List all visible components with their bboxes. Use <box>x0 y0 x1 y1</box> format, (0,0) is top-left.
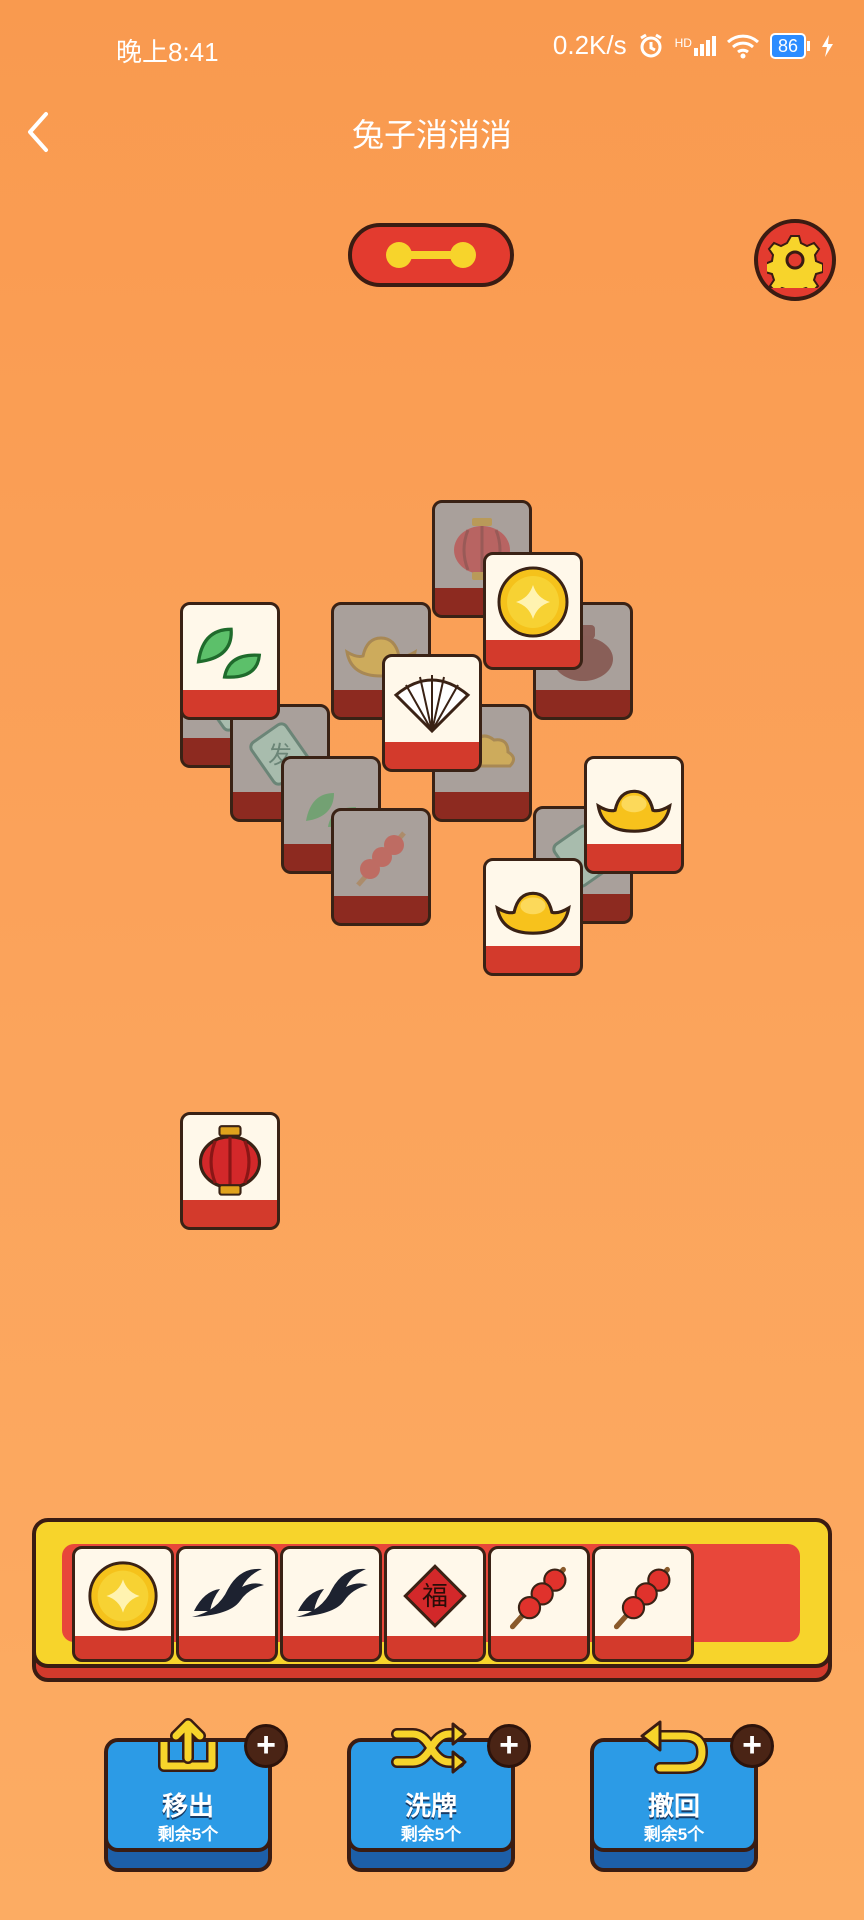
level-progress-icon <box>386 242 476 268</box>
undo-label: 撤回 <box>647 1791 700 1821</box>
hd-label: HD <box>674 35 692 50</box>
svg-text:福: 福 <box>422 1582 448 1612</box>
undo-icon <box>640 1720 709 1774</box>
title-bar: 兔子消消消 <box>0 96 864 164</box>
move-out-remaining: 剩余5个 <box>157 1825 219 1844</box>
coin-icon <box>497 566 569 638</box>
charging-icon <box>822 34 833 57</box>
tray-slot-coin <box>72 1546 174 1668</box>
move-out-button[interactable]: 移出 剩余5个 + <box>104 1718 288 1872</box>
shuffle-icon <box>391 1722 467 1774</box>
status-indicators: 0.2K/s HD 86 <box>553 30 834 61</box>
tile-gold-ingot[interactable] <box>584 756 684 874</box>
add-shuffle-button[interactable]: + <box>487 1724 531 1768</box>
tray-slot-fu: 福 <box>384 1546 486 1668</box>
swallow-icon <box>192 1568 264 1617</box>
add-undo-button[interactable]: + <box>730 1724 774 1768</box>
shuffle-label: 洗牌 <box>404 1791 457 1821</box>
move-out-icon <box>158 1718 218 1772</box>
tanghulu-icon <box>356 831 406 887</box>
tile-gold-ingot[interactable] <box>483 858 583 976</box>
swallow-icon <box>296 1568 368 1617</box>
tile-tray: 福 <box>32 1518 832 1682</box>
undo-button[interactable]: 撤回 剩余5个 + <box>590 1720 774 1872</box>
tile-tanghulu-covered <box>331 808 431 926</box>
gear-icon <box>767 235 823 288</box>
tile-coin[interactable] <box>483 552 583 670</box>
tile-lantern[interactable] <box>180 1112 280 1230</box>
tanghulu-icon <box>509 1566 567 1630</box>
status-time: 晚上8:41 <box>116 37 219 67</box>
signal-icon: HD <box>674 35 716 56</box>
add-move-out-button[interactable]: + <box>244 1724 288 1768</box>
page-title: 兔子消消消 <box>351 117 512 153</box>
tanghulu-icon <box>613 1566 671 1630</box>
level-progress <box>348 223 514 287</box>
tray-slot-tanghulu <box>592 1546 694 1668</box>
undo-remaining: 剩余5个 <box>643 1825 705 1844</box>
tray-slot-tanghulu <box>488 1546 590 1668</box>
status-bar: 晚上8:41 0.2K/s HD 86 <box>0 0 864 96</box>
wifi-icon <box>726 34 759 58</box>
shuffle-remaining: 剩余5个 <box>400 1825 462 1844</box>
alarm-icon <box>639 33 662 57</box>
gold-ingot-icon <box>596 789 672 833</box>
network-speed: 0.2K/s <box>552 30 627 60</box>
leaf-icon <box>196 627 262 679</box>
tray-slot-swallow <box>176 1546 278 1668</box>
gold-ingot-icon <box>495 891 571 935</box>
tile-leaf[interactable] <box>180 602 280 720</box>
fu-icon: 福 <box>403 1564 467 1628</box>
shuffle-button[interactable]: 洗牌 剩余5个 + <box>347 1722 531 1872</box>
battery-level: 86 <box>769 32 806 59</box>
coin-icon <box>88 1561 158 1631</box>
battery-icon: 86 <box>769 32 810 59</box>
settings-button[interactable] <box>754 219 836 301</box>
fan-icon <box>393 675 471 734</box>
lantern-icon <box>198 1125 262 1196</box>
move-out-label: 移出 <box>161 1791 214 1821</box>
tray-slot-swallow <box>280 1546 382 1668</box>
tile-fan[interactable] <box>382 654 482 772</box>
